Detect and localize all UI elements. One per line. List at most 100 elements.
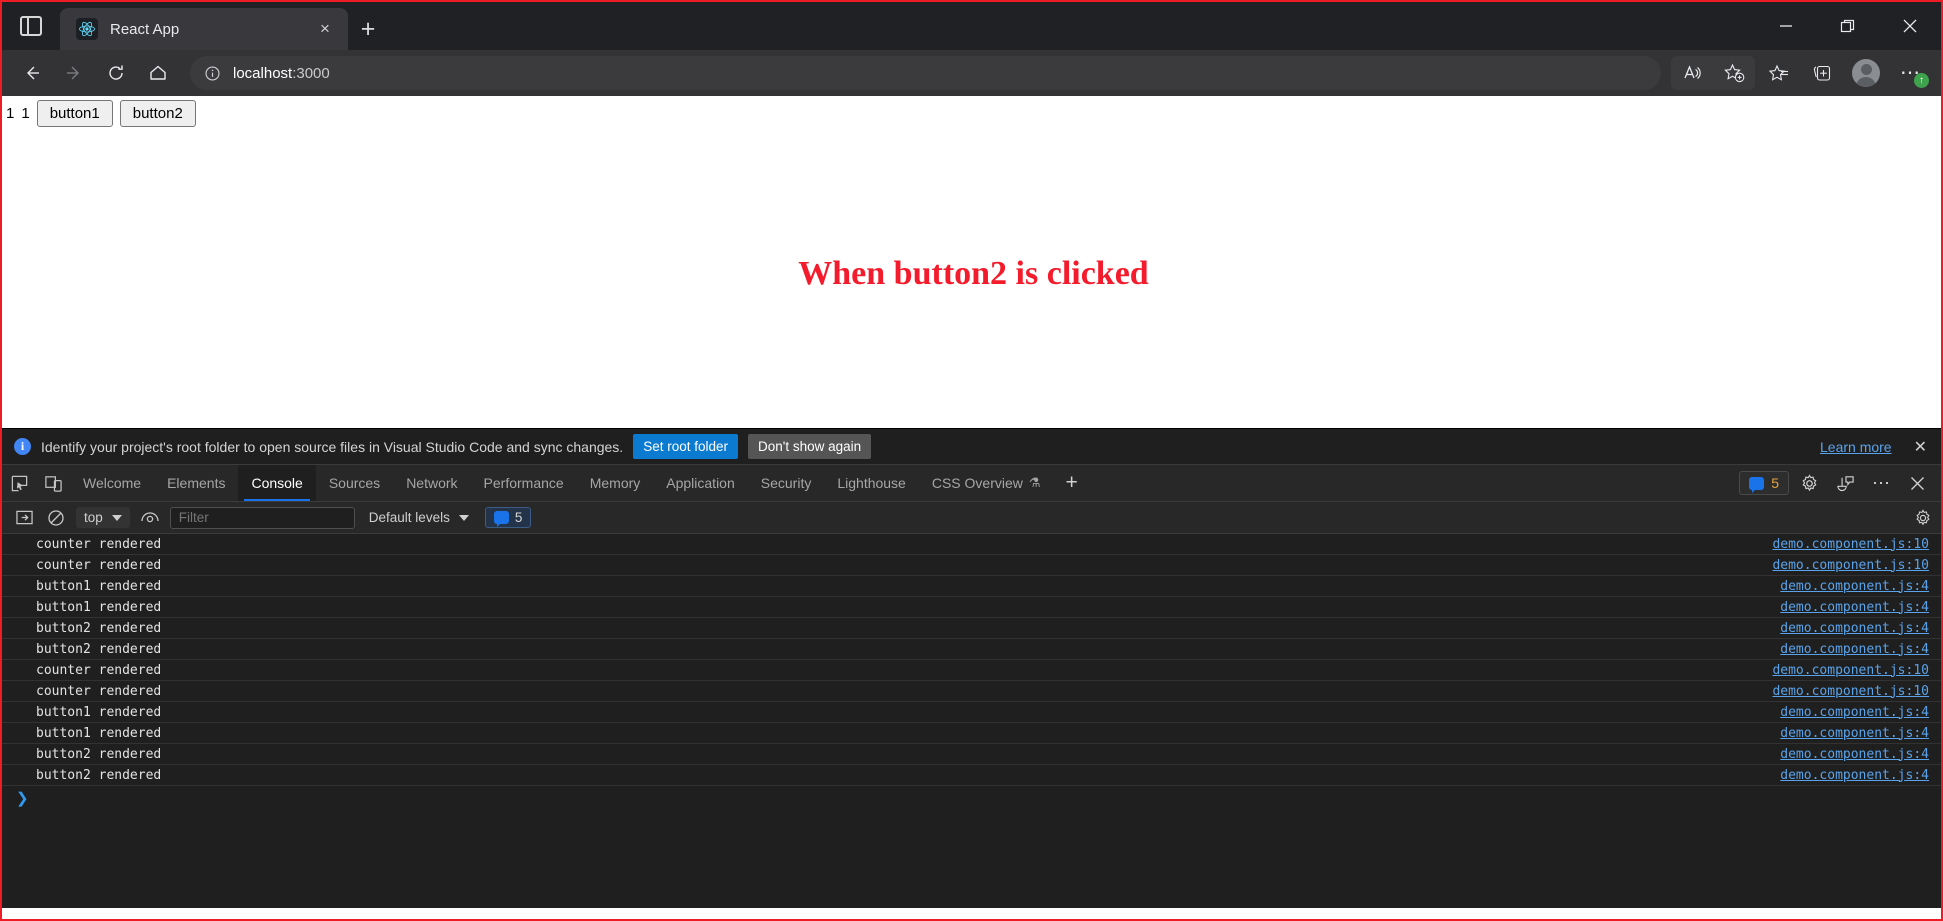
tab-close-icon[interactable]: × — [312, 16, 338, 42]
vertical-tabs-button[interactable] — [2, 2, 60, 50]
learn-more-link[interactable]: Learn more — [1820, 439, 1892, 455]
log-row[interactable]: button1 rendered demo.component.js:4 — [2, 576, 1941, 597]
collections-icon[interactable] — [1801, 56, 1843, 90]
log-message: counter rendered — [36, 662, 162, 678]
devtools-bottom-strip — [2, 908, 1941, 919]
console-log-list[interactable]: counter rendered demo.component.js:10 cou… — [2, 534, 1941, 908]
log-row[interactable]: counter rendered demo.component.js:10 — [2, 681, 1941, 702]
console-settings-gear-icon[interactable] — [1911, 507, 1935, 529]
console-message-badge[interactable]: 5 — [1739, 471, 1789, 495]
minimize-button[interactable] — [1755, 2, 1817, 50]
tab-lighthouse[interactable]: Lighthouse — [824, 465, 919, 501]
reload-button[interactable] — [96, 56, 136, 90]
close-window-button[interactable] — [1879, 2, 1941, 50]
log-source-link[interactable]: demo.component.js:4 — [1780, 726, 1929, 741]
button1[interactable]: button1 — [36, 100, 113, 127]
log-row[interactable]: counter rendered demo.component.js:10 — [2, 660, 1941, 681]
filter-input[interactable] — [169, 506, 355, 529]
app-root: 1 1 button1 button2 When button2 is clic… — [2, 96, 1941, 293]
console-issues-badge[interactable]: 5 — [484, 507, 532, 528]
tab-elements[interactable]: Elements — [154, 465, 238, 501]
set-root-folder-button[interactable]: Set root folder — [633, 434, 738, 459]
new-tab-button[interactable]: + — [348, 8, 388, 50]
context-selector[interactable]: top — [76, 507, 130, 528]
favorites-icon[interactable] — [1757, 56, 1799, 90]
clear-console-icon[interactable] — [44, 507, 68, 529]
log-message: counter rendered — [36, 683, 162, 699]
tab-sources[interactable]: Sources — [316, 465, 393, 501]
log-row[interactable]: button2 rendered demo.component.js:4 — [2, 618, 1941, 639]
log-row[interactable]: button1 rendered demo.component.js:4 — [2, 597, 1941, 618]
devtools-panel: i Identify your project's root folder to… — [2, 428, 1941, 919]
profile-avatar[interactable] — [1845, 56, 1887, 90]
experiment-beaker-icon: ⚗ — [1028, 475, 1041, 490]
tab-label: Application — [666, 475, 735, 491]
chevron-down-icon — [111, 514, 122, 521]
log-row[interactable]: counter rendered demo.component.js:10 — [2, 534, 1941, 555]
log-row[interactable]: button2 rendered demo.component.js:4 — [2, 744, 1941, 765]
devtools-notice-bar: i Identify your project's root folder to… — [2, 429, 1941, 465]
dont-show-again-button[interactable]: Don't show again — [748, 434, 872, 459]
tab-css-overview[interactable]: CSS Overview ⚗ — [919, 465, 1054, 501]
read-aloud-icon[interactable] — [1671, 56, 1713, 90]
home-button[interactable] — [138, 56, 178, 90]
tab-network[interactable]: Network — [393, 465, 470, 501]
log-source-link[interactable]: demo.component.js:10 — [1772, 558, 1929, 573]
log-source-link[interactable]: demo.component.js:4 — [1780, 768, 1929, 783]
log-source-link[interactable]: demo.component.js:4 — [1780, 600, 1929, 615]
maximize-restore-button[interactable] — [1817, 2, 1879, 50]
log-row[interactable]: button1 rendered demo.component.js:4 — [2, 702, 1941, 723]
add-panel-button[interactable]: + — [1054, 465, 1090, 501]
tab-label: Security — [760, 475, 812, 491]
log-levels-selector[interactable]: Default levels — [369, 510, 469, 525]
gear-icon[interactable] — [1793, 469, 1825, 497]
console-prompt[interactable]: ❯ — [2, 786, 1941, 810]
log-source-link[interactable]: demo.component.js:4 — [1780, 642, 1929, 657]
log-source-link[interactable]: demo.component.js:4 — [1780, 747, 1929, 762]
forward-button[interactable] — [54, 56, 94, 90]
log-source-link[interactable]: demo.component.js:4 — [1780, 621, 1929, 636]
log-source-link[interactable]: demo.component.js:10 — [1772, 663, 1929, 678]
inspect-element-icon[interactable] — [2, 465, 36, 501]
log-source-link[interactable]: demo.component.js:10 — [1772, 684, 1929, 699]
tab-label: Welcome — [83, 475, 142, 491]
log-row[interactable]: counter rendered demo.component.js:10 — [2, 555, 1941, 576]
log-row[interactable]: button2 rendered demo.component.js:4 — [2, 639, 1941, 660]
tab-label: Memory — [589, 475, 641, 491]
tab-performance[interactable]: Performance — [471, 465, 577, 501]
log-message: button1 rendered — [36, 578, 162, 594]
tab-security[interactable]: Security — [748, 465, 825, 501]
log-source-link[interactable]: demo.component.js:10 — [1772, 537, 1929, 552]
log-source-link[interactable]: demo.component.js:4 — [1780, 579, 1929, 594]
tab-label: Sources — [328, 475, 381, 491]
log-message: button2 rendered — [36, 746, 162, 762]
settings-and-more-button[interactable]: ⋯ ↑ — [1889, 56, 1931, 90]
add-favorite-icon[interactable] — [1713, 56, 1755, 90]
tab-memory[interactable]: Memory — [577, 465, 654, 501]
feedback-icon[interactable] — [1829, 469, 1861, 497]
back-button[interactable] — [12, 56, 52, 90]
issues-count: 5 — [514, 510, 523, 525]
close-devtools-icon[interactable] — [1901, 469, 1933, 497]
address-bar[interactable]: localhost:3000 — [190, 56, 1661, 90]
live-expression-icon[interactable] — [138, 507, 162, 529]
tab-label: Lighthouse — [837, 475, 906, 491]
tab-label: Performance — [483, 475, 564, 491]
console-toolbar: top Default levels 5 — [2, 502, 1941, 534]
tab-console[interactable]: Console — [238, 465, 316, 501]
log-row[interactable]: button2 rendered demo.component.js:4 — [2, 765, 1941, 786]
more-options-icon[interactable]: ⋯ — [1865, 469, 1897, 497]
vertical-tabs-icon — [20, 16, 42, 36]
browser-tab[interactable]: React App × — [60, 8, 348, 50]
tab-welcome[interactable]: Welcome — [70, 465, 154, 501]
site-info-icon[interactable] — [204, 65, 221, 82]
url-host: localhost — [233, 64, 293, 82]
console-sidebar-icon[interactable] — [12, 507, 36, 529]
log-source-link[interactable]: demo.component.js:4 — [1780, 705, 1929, 720]
button2[interactable]: button2 — [119, 100, 196, 127]
tab-application[interactable]: Application — [653, 465, 748, 501]
log-row[interactable]: button1 rendered demo.component.js:4 — [2, 723, 1941, 744]
notice-close-icon[interactable]: ✕ — [1914, 437, 1927, 457]
device-toolbar-icon[interactable] — [36, 465, 70, 501]
window-controls — [1755, 2, 1941, 50]
